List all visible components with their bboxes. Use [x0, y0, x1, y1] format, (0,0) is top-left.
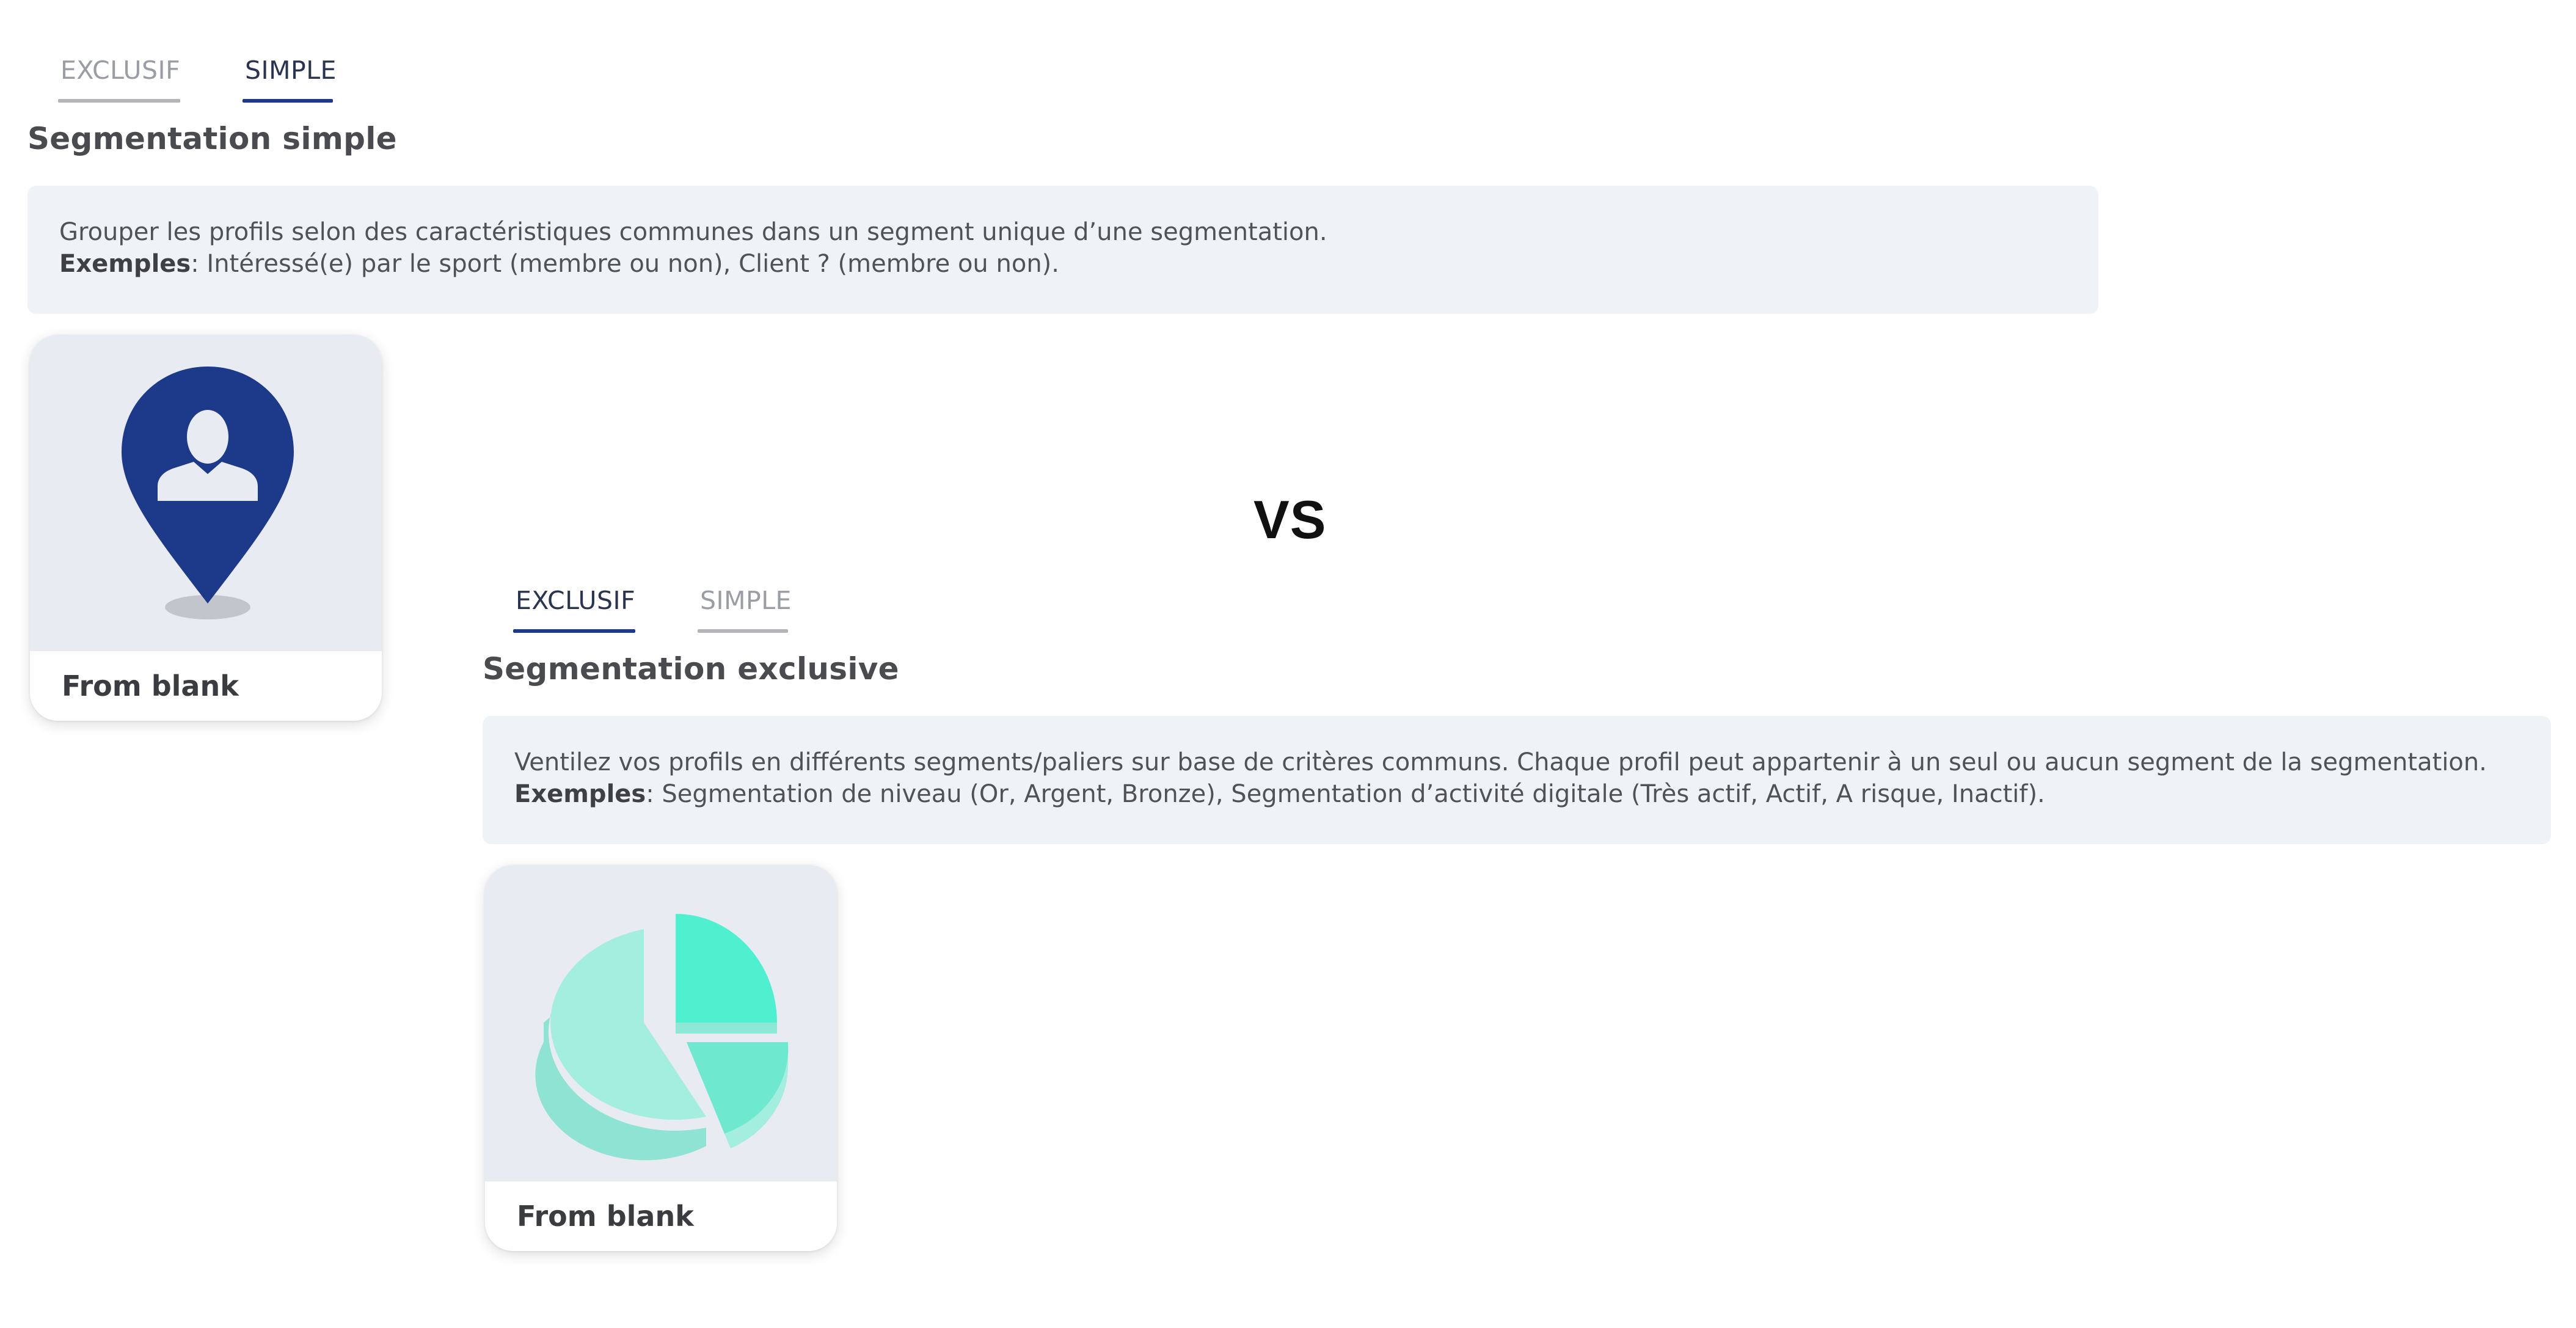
- vs-label: VS: [1253, 489, 1327, 550]
- segmentation-tabs: EXCLUSIF SIMPLE: [483, 579, 2551, 633]
- segmentation-simple-panel: EXCLUSIF SIMPLE Segmentation simple Grou…: [27, 49, 2098, 721]
- examples-line: Exemples: Intéressé(e) par le sport (mem…: [59, 248, 2067, 280]
- tab-underline: [58, 99, 180, 103]
- segmentation-tabs: EXCLUSIF SIMPLE: [27, 49, 2098, 103]
- pie-chart-icon: [535, 914, 789, 1161]
- tab-simple[interactable]: SIMPLE: [243, 49, 337, 103]
- location-pin-user-icon: [122, 367, 294, 619]
- description-text: Ventilez vos profils en différents segme…: [514, 748, 2487, 776]
- tab-active-underline: [513, 629, 635, 633]
- examples-line: Exemples: Segmentation de niveau (Or, Ar…: [514, 778, 2519, 810]
- template-card-from-blank[interactable]: From blank: [30, 335, 382, 721]
- examples-label: Exemples: [59, 250, 191, 278]
- tab-exclusif[interactable]: EXCLUSIF: [513, 579, 635, 633]
- description-box: Ventilez vos profils en différents segme…: [483, 716, 2551, 844]
- tab-exclusif-label: EXCLUSIF: [516, 586, 636, 615]
- segmentation-exclusive-panel: EXCLUSIF SIMPLE Segmentation exclusive V…: [483, 579, 2551, 1251]
- examples-text: : Segmentation de niveau (Or, Argent, Br…: [646, 780, 2045, 808]
- tab-simple[interactable]: SIMPLE: [698, 579, 792, 633]
- section-title: Segmentation exclusive: [483, 651, 899, 687]
- card-image: [30, 335, 382, 651]
- card-label: From blank: [62, 669, 239, 702]
- tab-simple-label: SIMPLE: [245, 56, 337, 85]
- section-title: Segmentation simple: [27, 121, 397, 156]
- tab-active-underline: [243, 99, 333, 103]
- card-label: From blank: [517, 1200, 694, 1233]
- examples-label: Exemples: [514, 780, 646, 808]
- tab-simple-label: SIMPLE: [700, 586, 792, 615]
- tab-underline: [698, 629, 788, 633]
- card-image: [485, 865, 837, 1181]
- description-box: Grouper les profils selon des caractéris…: [27, 186, 2098, 314]
- template-card-from-blank[interactable]: From blank: [485, 865, 837, 1251]
- tab-exclusif[interactable]: EXCLUSIF: [58, 49, 180, 103]
- tab-exclusif-label: EXCLUSIF: [60, 56, 181, 85]
- description-text: Grouper les profils selon des caractéris…: [59, 218, 1327, 246]
- examples-text: : Intéressé(e) par le sport (membre ou n…: [191, 250, 1059, 278]
